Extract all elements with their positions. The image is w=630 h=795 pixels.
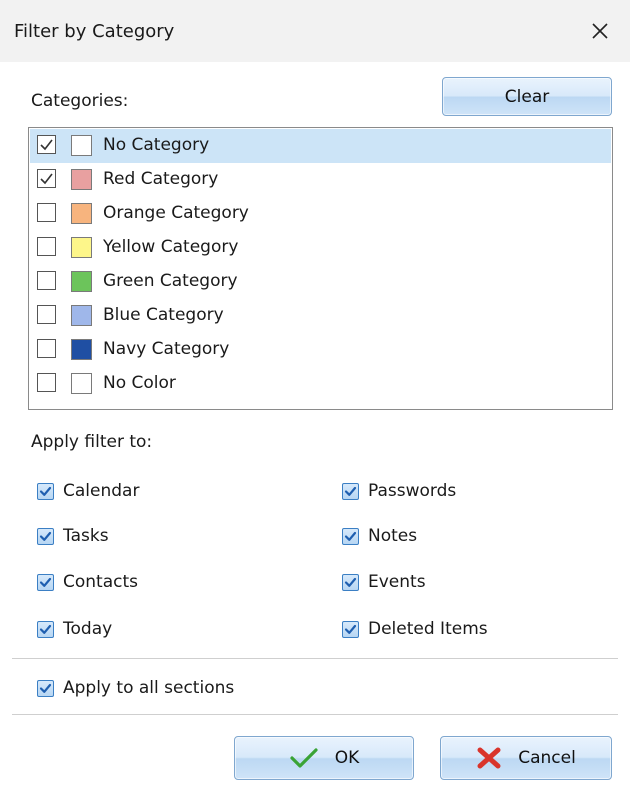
check-icon — [39, 624, 52, 634]
category-checkbox[interactable] — [37, 305, 56, 324]
check-icon — [39, 683, 52, 693]
category-label: Yellow Category — [103, 237, 239, 257]
apply-filter-label: Apply filter to: — [31, 432, 153, 452]
check-icon — [344, 531, 357, 541]
checkbox[interactable] — [342, 528, 359, 545]
category-row-no-category[interactable]: No Category — [30, 129, 611, 163]
category-row-green[interactable]: Green Category — [30, 265, 611, 299]
checkbox[interactable] — [37, 680, 54, 697]
cancel-button-label: Cancel — [518, 748, 576, 768]
apply-all-sections-label: Apply to all sections — [63, 678, 235, 698]
category-color-swatch — [71, 203, 92, 224]
clear-button[interactable]: Clear — [442, 77, 612, 116]
ok-button[interactable]: OK — [234, 736, 414, 780]
section-label: Events — [368, 572, 426, 592]
category-row-navy[interactable]: Navy Category — [30, 333, 611, 367]
category-checkbox[interactable] — [37, 373, 56, 392]
category-color-swatch — [71, 237, 92, 258]
section-label: Today — [63, 619, 113, 639]
check-icon — [344, 624, 357, 634]
category-checkbox[interactable] — [37, 237, 56, 256]
close-button[interactable] — [570, 0, 630, 62]
category-list[interactable]: No Category Red Category Orange Category… — [28, 127, 613, 410]
title-bar: Filter by Category — [0, 0, 630, 62]
categories-label: Categories: — [31, 91, 129, 111]
cancel-button[interactable]: Cancel — [440, 736, 612, 780]
category-color-swatch — [71, 135, 92, 156]
section-label: Calendar — [63, 481, 140, 501]
checkbox[interactable] — [37, 528, 54, 545]
category-color-swatch — [71, 373, 92, 394]
clear-button-label: Clear — [504, 86, 550, 107]
checkbox[interactable] — [37, 621, 54, 638]
checkbox[interactable] — [342, 483, 359, 500]
check-icon — [40, 139, 53, 151]
check-icon — [344, 577, 357, 587]
category-row-orange[interactable]: Orange Category — [30, 197, 611, 231]
check-icon — [39, 531, 52, 541]
check-icon — [344, 486, 357, 496]
check-icon — [39, 486, 52, 496]
category-label: Green Category — [103, 271, 238, 291]
checkbox[interactable] — [37, 574, 54, 591]
checkmark-icon — [289, 747, 319, 769]
checkbox[interactable] — [37, 483, 54, 500]
category-label: No Category — [103, 135, 210, 155]
section-label: Passwords — [368, 481, 457, 501]
category-label: No Color — [103, 373, 176, 393]
category-checkbox[interactable] — [37, 203, 56, 222]
category-label: Orange Category — [103, 203, 249, 223]
category-label: Navy Category — [103, 339, 230, 359]
category-color-swatch — [71, 305, 92, 326]
category-checkbox[interactable] — [37, 339, 56, 358]
category-label: Red Category — [103, 169, 219, 189]
section-label: Contacts — [63, 572, 138, 592]
category-checkbox[interactable] — [37, 169, 56, 188]
section-label: Notes — [368, 526, 418, 546]
category-row-blue[interactable]: Blue Category — [30, 299, 611, 333]
category-label: Blue Category — [103, 305, 224, 325]
check-icon — [39, 577, 52, 587]
checkbox[interactable] — [342, 574, 359, 591]
category-row-yellow[interactable]: Yellow Category — [30, 231, 611, 265]
section-label: Tasks — [63, 526, 109, 546]
checkbox[interactable] — [342, 621, 359, 638]
section-label: Deleted Items — [368, 619, 488, 639]
close-icon — [592, 23, 608, 39]
dialog-title: Filter by Category — [14, 21, 175, 42]
divider — [12, 658, 618, 659]
category-row-no-color[interactable]: No Color — [30, 367, 611, 401]
red-x-icon — [476, 746, 502, 770]
category-row-red[interactable]: Red Category — [30, 163, 611, 197]
category-color-swatch — [71, 271, 92, 292]
filter-by-category-dialog: Filter by Category Categories: Clear No … — [0, 0, 630, 795]
check-icon — [40, 173, 53, 185]
divider — [12, 714, 618, 715]
category-checkbox[interactable] — [37, 271, 56, 290]
ok-button-label: OK — [334, 748, 360, 768]
category-color-swatch — [71, 339, 92, 360]
category-color-swatch — [71, 169, 92, 190]
category-checkbox[interactable] — [37, 135, 56, 154]
